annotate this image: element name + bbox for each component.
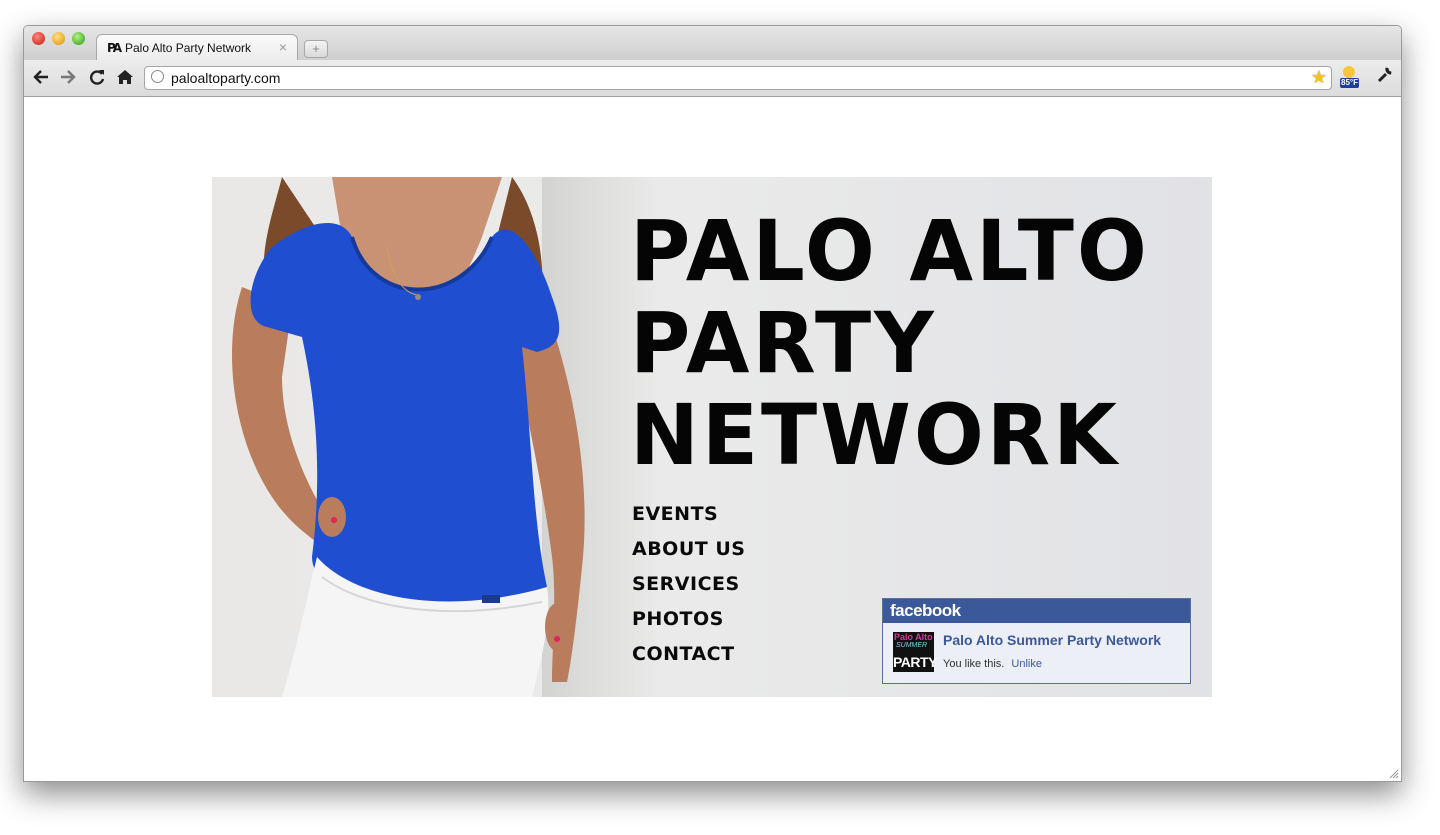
facebook-like-box: facebook Palo Alto SUMMER PARTY Palo Alt… [882, 598, 1191, 684]
browser-window: PA Palo Alto Party Network × + paloaltop… [23, 25, 1402, 782]
hero-banner: PALO ALTO PARTY NETWORK EVENTS ABOUT US … [212, 177, 1212, 697]
back-arrow-icon[interactable] [32, 68, 50, 90]
title-line-1: PALO ALTO [630, 202, 1150, 300]
nav-photos[interactable]: PHOTOS [632, 602, 745, 637]
window-zoom-button[interactable] [72, 32, 85, 45]
main-nav: EVENTS ABOUT US SERVICES PHOTOS CONTACT [632, 497, 745, 672]
nav-events[interactable]: EVENTS [632, 497, 745, 532]
bookmark-star-icon[interactable]: ★ [1311, 67, 1327, 88]
like-status-text: You like this. [943, 658, 1005, 670]
page-viewport: PALO ALTO PARTY NETWORK EVENTS ABOUT US … [24, 97, 1401, 781]
model-photo [232, 177, 585, 697]
new-tab-button[interactable]: + [304, 40, 328, 58]
window-close-button[interactable] [32, 32, 45, 45]
browser-tab[interactable]: PA Palo Alto Party Network × [96, 34, 298, 61]
facebook-header: facebook [883, 599, 1190, 623]
title-line-2: PARTY [630, 294, 937, 392]
reload-icon[interactable] [88, 68, 106, 90]
window-minimize-button[interactable] [52, 32, 65, 45]
nav-about-us[interactable]: ABOUT US [632, 532, 745, 567]
nav-services[interactable]: SERVICES [632, 567, 745, 602]
unlike-link[interactable]: Unlike [1011, 658, 1042, 670]
resize-grip-icon[interactable] [1389, 769, 1399, 779]
globe-icon [151, 70, 164, 83]
sun-icon [1343, 66, 1355, 78]
facebook-like-status: You like this. Unlike [943, 658, 1042, 670]
facebook-page-link[interactable]: Palo Alto Summer Party Network [943, 632, 1161, 648]
tab-close-icon[interactable]: × [279, 39, 287, 55]
thumb-line-3: PARTY [893, 654, 937, 670]
thumb-line-2: SUMMER [896, 642, 928, 649]
url-text[interactable]: paloaltoparty.com [171, 70, 280, 86]
title-line-3: NETWORK [630, 386, 1120, 484]
nav-contact[interactable]: CONTACT [632, 637, 745, 672]
weather-temperature: 85°F [1340, 78, 1359, 88]
tab-strip: PA Palo Alto Party Network × + [24, 26, 1401, 61]
tab-title: Palo Alto Party Network [125, 41, 252, 55]
site-logo-title: PALO ALTO PARTY NETWORK [630, 205, 1150, 481]
weather-icon[interactable]: 85°F [1340, 66, 1364, 90]
facebook-page-thumbnail[interactable]: Palo Alto SUMMER PARTY [893, 632, 937, 672]
forward-arrow-icon[interactable] [59, 68, 77, 90]
wrench-icon[interactable] [1376, 66, 1394, 89]
favicon-icon: PA [107, 41, 122, 55]
browser-toolbar: paloaltoparty.com ★ 85°F [24, 60, 1401, 97]
address-bar[interactable]: paloaltoparty.com ★ [144, 66, 1332, 90]
home-icon[interactable] [116, 68, 134, 90]
thumb-line-1: Palo Alto [894, 632, 933, 642]
